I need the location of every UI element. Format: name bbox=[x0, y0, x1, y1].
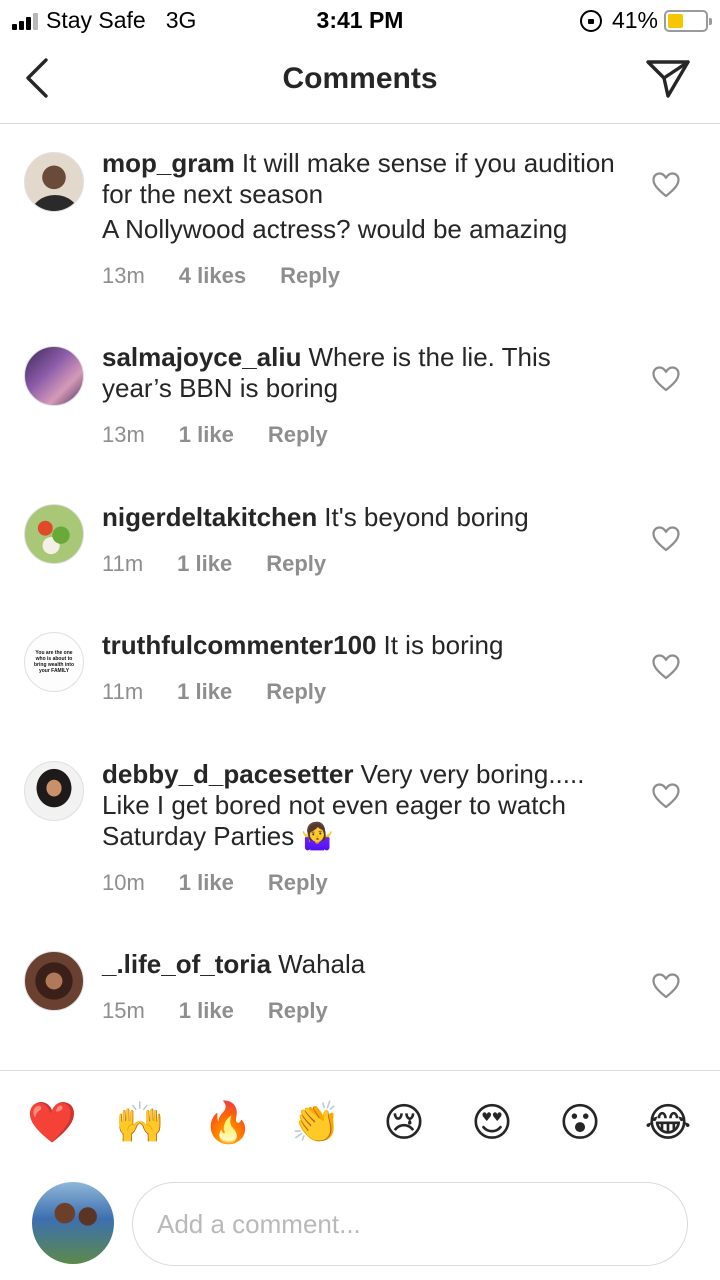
heart-outline-icon bbox=[652, 973, 680, 999]
comment-text: _.life_of_toria Wahala bbox=[102, 949, 622, 980]
comment-time: 13m bbox=[102, 263, 145, 288]
current-user-avatar[interactable] bbox=[32, 1182, 114, 1264]
comment-message-line2: A Nollywood actress? would be amazing bbox=[102, 214, 568, 244]
reply-button[interactable]: Reply bbox=[268, 998, 328, 1024]
fire-emoji-button[interactable]: 🔥 bbox=[200, 1095, 256, 1151]
avatar[interactable] bbox=[24, 152, 84, 212]
comment-meta: 15m 1 like Reply bbox=[102, 998, 622, 1024]
comment-text: truthfulcommenter100 It is boring bbox=[102, 630, 622, 661]
reply-button[interactable]: Reply bbox=[280, 263, 340, 289]
surprised-face-emoji-button[interactable]: 😮 bbox=[552, 1095, 608, 1151]
reply-button[interactable]: Reply bbox=[268, 422, 328, 448]
comment-username[interactable]: debby_d_pacesetter bbox=[102, 759, 353, 789]
tears-of-joy-emoji-button[interactable]: 😂 bbox=[640, 1095, 696, 1151]
comment-message: Wahala bbox=[278, 949, 366, 979]
heart-outline-icon bbox=[652, 172, 680, 198]
avatar[interactable]: You are the one who is about to bring we… bbox=[24, 632, 84, 692]
comment-message: It's beyond boring bbox=[324, 502, 529, 532]
like-comment-button[interactable] bbox=[652, 172, 680, 198]
comment-meta: 11m 1 like Reply bbox=[102, 551, 622, 577]
comment-composer bbox=[0, 1176, 720, 1280]
add-comment-input[interactable] bbox=[132, 1182, 688, 1266]
reply-button[interactable]: Reply bbox=[266, 679, 326, 705]
battery-percentage: 41% bbox=[611, 7, 658, 33]
like-comment-button[interactable] bbox=[652, 973, 680, 999]
comment-likes[interactable]: 1 like bbox=[179, 998, 234, 1024]
avatar-caption: You are the one who is about to bring we… bbox=[34, 650, 74, 674]
like-comment-button[interactable] bbox=[652, 783, 680, 809]
heart-outline-icon bbox=[652, 526, 680, 552]
avatar-photo bbox=[31, 195, 79, 211]
comment-body: truthfulcommenter100 It is boring 11m 1 l… bbox=[102, 630, 622, 705]
raising-hands-emoji-button[interactable]: 🙌 bbox=[112, 1095, 168, 1151]
comment-likes[interactable]: 1 like bbox=[179, 422, 234, 448]
avatar[interactable] bbox=[24, 761, 84, 821]
comment-likes[interactable]: 1 like bbox=[177, 679, 232, 705]
comment-username[interactable]: truthfulcommenter100 bbox=[102, 630, 377, 660]
direct-message-button[interactable] bbox=[644, 56, 692, 100]
comment-meta: 13m 1 like Reply bbox=[102, 422, 622, 448]
comments-screen: Stay Safe 3G 3:41 PM 41% Comments mop_gr… bbox=[0, 0, 720, 1280]
comment-username[interactable]: mop_gram bbox=[102, 148, 235, 178]
comment-likes[interactable]: 1 like bbox=[179, 870, 234, 896]
battery-icon bbox=[664, 9, 712, 32]
like-comment-button[interactable] bbox=[652, 366, 680, 392]
comment-text: nigerdeltakitchen It's beyond boring bbox=[102, 502, 622, 533]
comment-username[interactable]: _.life_of_toria bbox=[102, 949, 271, 979]
comment-body: salmajoyce_aliu Where is the lie. This ye… bbox=[102, 342, 622, 448]
heart-eyes-emoji-button[interactable]: 😍 bbox=[464, 1095, 520, 1151]
comment-text: mop_gram It will make sense if you auditi… bbox=[102, 148, 622, 210]
status-bar: Stay Safe 3G 3:41 PM 41% bbox=[0, 0, 720, 40]
battery-level-fill bbox=[668, 13, 683, 28]
comment-time: 11m bbox=[102, 679, 144, 704]
navigation-header: Comments bbox=[0, 40, 720, 124]
comment-time: 15m bbox=[102, 998, 145, 1023]
comment-username[interactable]: salmajoyce_aliu bbox=[102, 342, 301, 372]
comment-message: It is boring bbox=[383, 630, 504, 660]
crying-face-emoji-button[interactable]: 😢 bbox=[376, 1095, 432, 1151]
status-bar-right: 41% bbox=[579, 7, 712, 34]
comment-meta: 10m 1 like Reply bbox=[102, 870, 622, 896]
clapping-hands-emoji-button[interactable]: 👏 bbox=[288, 1095, 344, 1151]
orientation-lock-icon bbox=[579, 9, 602, 32]
comment-body: debby_d_pacesetter Very very boring..... … bbox=[102, 759, 622, 896]
comment-time: 13m bbox=[102, 422, 145, 447]
like-comment-button[interactable] bbox=[652, 654, 680, 680]
page-title: Comments bbox=[282, 62, 438, 95]
comment-text: debby_d_pacesetter Very very boring..... … bbox=[102, 759, 622, 852]
comment-body: mop_gram It will make sense if you auditi… bbox=[102, 148, 622, 289]
reply-button[interactable]: Reply bbox=[266, 551, 326, 577]
comment-likes[interactable]: 1 like bbox=[177, 551, 232, 577]
emoji-quick-bar: ❤️ 🙌 🔥 👏 😢 😍 😮 😂 bbox=[0, 1070, 720, 1176]
reply-button[interactable]: Reply bbox=[268, 870, 328, 896]
comment-meta: 11m 1 like Reply bbox=[102, 679, 622, 705]
avatar[interactable] bbox=[24, 504, 84, 564]
paper-plane-icon bbox=[646, 60, 690, 98]
comment-body: nigerdeltakitchen It's beyond boring 11m … bbox=[102, 502, 622, 577]
heart-outline-icon bbox=[652, 783, 680, 809]
heart-emoji-button[interactable]: ❤️ bbox=[24, 1095, 80, 1151]
comment-username[interactable]: nigerdeltakitchen bbox=[102, 502, 317, 532]
avatar[interactable] bbox=[24, 346, 84, 406]
avatar[interactable] bbox=[24, 951, 84, 1011]
comment-time: 11m bbox=[102, 551, 144, 576]
comment-likes[interactable]: 4 likes bbox=[179, 263, 246, 289]
comment-meta: 13m 4 likes Reply bbox=[102, 263, 622, 289]
comment-text: salmajoyce_aliu Where is the lie. This ye… bbox=[102, 342, 622, 404]
comment-time: 10m bbox=[102, 870, 145, 895]
comment-body: _.life_of_toria Wahala 15m 1 like Reply bbox=[102, 949, 622, 1024]
heart-outline-icon bbox=[652, 366, 680, 392]
like-comment-button[interactable] bbox=[652, 526, 680, 552]
heart-outline-icon bbox=[652, 654, 680, 680]
